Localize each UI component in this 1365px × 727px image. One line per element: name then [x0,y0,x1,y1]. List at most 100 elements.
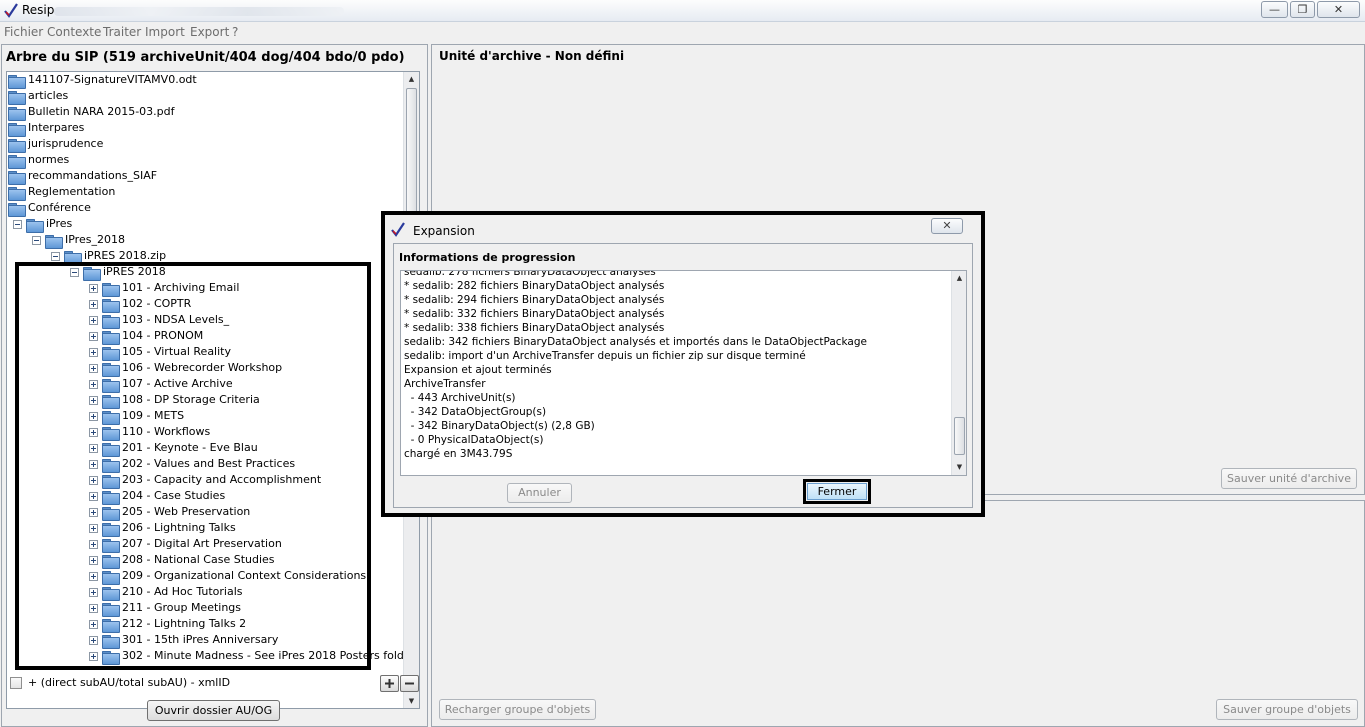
tree-node[interactable]: 205 - Web Preservation [7,504,403,521]
expand-node-icon[interactable] [89,476,98,485]
tree-node[interactable]: 109 - METS [7,408,403,425]
collapse-all-button[interactable] [400,675,419,692]
tree-node[interactable]: Reglementation [7,184,403,201]
close-window-button[interactable]: ✕ [1317,1,1360,18]
expand-node-icon[interactable] [89,316,98,325]
tree-node[interactable]: 105 - Virtual Reality [7,344,403,361]
expand-node-icon[interactable] [89,588,98,597]
expand-node-icon[interactable] [89,524,98,533]
scroll-down-icon[interactable]: ▼ [952,460,966,474]
tree-node[interactable]: recommandations_SIAF [7,168,403,185]
tree-node[interactable]: 301 - 15th iPres Anniversary [7,632,403,649]
tree-node[interactable]: 110 - Workflows [7,424,403,441]
tree-node[interactable]: 212 - Lightning Talks 2 [7,616,403,633]
folder-icon [102,443,120,457]
menu-export[interactable]: Export [190,25,229,39]
close-button[interactable]: Fermer [807,483,867,500]
tree-node[interactable]: 141107-SignatureVITAMV0.odt [7,72,403,89]
expand-node-icon[interactable] [89,572,98,581]
menu-help[interactable]: ? [232,25,238,39]
tree-node[interactable]: iPres [7,216,403,233]
tree-node[interactable]: 202 - Values and Best Practices [7,456,403,473]
menu-contexte[interactable]: Contexte [47,25,101,39]
scroll-up-icon[interactable]: ▲ [952,271,966,285]
scroll-down-icon[interactable]: ▼ [404,694,419,708]
expand-node-icon[interactable] [89,380,98,389]
expand-node-icon[interactable] [89,412,98,421]
dialog-close-icon[interactable]: ✕ [931,218,963,234]
expand-node-icon[interactable] [89,444,98,453]
log-line: - 443 ArchiveUnit(s) [404,392,516,404]
expand-node-icon[interactable] [89,492,98,501]
expand-node-icon[interactable] [89,460,98,469]
expand-node-icon[interactable] [89,284,98,293]
expand-all-button[interactable] [380,675,399,692]
tree-node[interactable]: 207 - Digital Art Preservation [7,536,403,553]
expand-node-icon[interactable] [89,556,98,565]
cancel-button[interactable]: Annuler [507,483,572,503]
tree-node[interactable]: 101 - Archiving Email [7,280,403,297]
expand-node-icon[interactable] [89,300,98,309]
maximize-button[interactable]: ❐ [1290,1,1315,18]
tree-node[interactable]: 102 - COPTR [7,296,403,313]
log-scrollbar[interactable]: ▲ ▼ [951,271,966,475]
tree-node[interactable]: iPRES 2018 [7,264,403,281]
scroll-up-icon[interactable]: ▲ [404,72,419,86]
tree-node-label: 207 - Digital Art Preservation [122,537,282,550]
expand-node-icon[interactable] [89,620,98,629]
tree-node[interactable]: Interpares [7,120,403,137]
tree-node[interactable]: 108 - DP Storage Criteria [7,392,403,409]
expand-node-icon[interactable] [89,604,98,613]
collapse-node-icon[interactable] [32,236,41,245]
minimize-button[interactable]: — [1261,1,1288,18]
tree-node-label: 201 - Keynote - Eve Blau [122,441,258,454]
tree-node[interactable]: 210 - Ad Hoc Tutorials [7,584,403,601]
expand-node-icon[interactable] [89,652,98,661]
tree-node[interactable]: 103 - NDSA Levels_ [7,312,403,329]
xmlid-checkbox[interactable] [10,677,22,689]
expand-node-icon[interactable] [89,636,98,645]
tree-node[interactable]: Conférence [7,200,403,217]
expand-node-icon[interactable] [89,364,98,373]
progress-log[interactable]: sedalib: 278 fichiers BinaryDataObject a… [400,270,967,476]
tree-node[interactable]: 203 - Capacity and Accomplishment [7,472,403,489]
expand-node-icon[interactable] [89,508,98,517]
tree-node[interactable]: articles [7,88,403,105]
expand-node-icon[interactable] [89,332,98,341]
expand-node-icon[interactable] [89,396,98,405]
menu-traiter[interactable]: Traiter [103,25,141,39]
tree-node[interactable]: 208 - National Case Studies [7,552,403,569]
expand-node-icon[interactable] [89,348,98,357]
collapse-node-icon[interactable] [51,252,60,261]
folder-icon [102,587,120,601]
collapse-node-icon[interactable] [13,220,22,229]
save-object-group-button[interactable]: Sauver groupe d'objets [1216,699,1358,720]
tree-node[interactable]: 104 - PRONOM [7,328,403,345]
sip-tree[interactable]: 141107-SignatureVITAMV0.odt articles Bulle… [6,71,420,709]
expand-node-icon[interactable] [89,540,98,549]
tree-node[interactable]: IPres_2018 [7,232,403,249]
tree-node[interactable]: 209 - Organizational Context Considerati… [7,568,403,585]
expand-node-icon[interactable] [89,428,98,437]
save-archive-unit-button[interactable]: Sauver unité d'archive [1221,468,1357,489]
tree-node[interactable]: 302 - Minute Madness - See iPres 2018 Po… [7,648,415,665]
reload-object-group-button[interactable]: Recharger groupe d'objets [439,699,596,720]
scroll-thumb[interactable] [954,417,965,455]
tree-node[interactable]: iPRES 2018.zip [7,248,403,265]
menu-import[interactable]: Import [145,25,185,39]
tree-node[interactable]: 206 - Lightning Talks [7,520,403,537]
tree-node-label: 102 - COPTR [122,297,192,310]
collapse-node-icon[interactable] [70,268,79,277]
tree-node[interactable]: Bulletin NARA 2015-03.pdf [7,104,403,121]
tree-node[interactable]: 204 - Case Studies [7,488,403,505]
log-line: Expansion et ajout terminés [404,364,552,376]
log-line: sedalib: 342 fichiers BinaryDataObject a… [404,336,867,348]
menu-fichier[interactable]: Fichier [4,25,43,39]
tree-node[interactable]: normes [7,152,403,169]
tree-node[interactable]: 107 - Active Archive [7,376,403,393]
tree-node[interactable]: 106 - Webrecorder Workshop [7,360,403,377]
open-au-og-folder-button[interactable]: Ouvrir dossier AU/OG [147,700,280,721]
tree-node[interactable]: 211 - Group Meetings [7,600,403,617]
tree-node[interactable]: 201 - Keynote - Eve Blau [7,440,403,457]
tree-node[interactable]: jurisprudence [7,136,403,153]
